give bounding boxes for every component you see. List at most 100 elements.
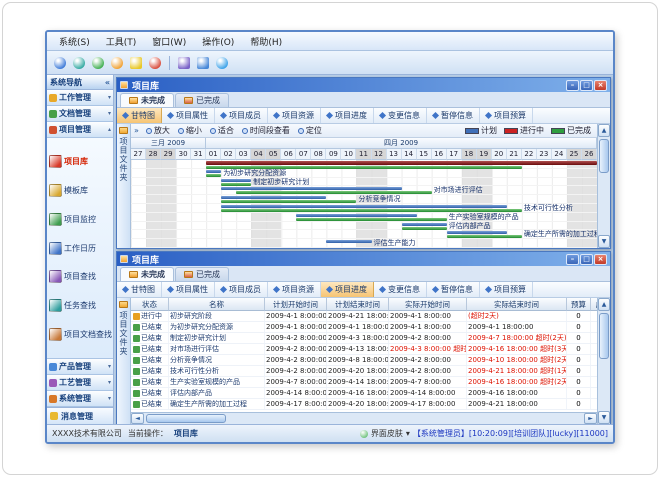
sidebar-group-project-management[interactable]: 项目管理▴	[47, 122, 113, 138]
scroll-track[interactable]	[598, 137, 610, 235]
system-icon[interactable]	[51, 54, 69, 72]
close-button[interactable]: ×	[594, 254, 607, 265]
close-button[interactable]: ×	[594, 80, 607, 91]
sidebar-item-project-search[interactable]: 项目查找	[48, 269, 112, 284]
sidebar-item-project-doc-search[interactable]: 项目文档查找	[48, 327, 112, 342]
project-folder-tab[interactable]: 项目文件夹	[117, 298, 131, 424]
sidebar-item-message-management[interactable]: 消息管理	[47, 407, 113, 424]
plan-bar[interactable]	[221, 205, 507, 208]
scroll-right-arrow[interactable]: ►	[584, 413, 597, 424]
actual-bar[interactable]	[221, 183, 251, 186]
table-vscrollbar[interactable]: ▲ ▼	[597, 298, 610, 424]
column-header-plan-end[interactable]: 计划结束时间	[327, 298, 389, 311]
sidebar-item-template-library[interactable]: 模板库	[48, 183, 112, 198]
zoom-out-button[interactable]: 缩小	[174, 125, 206, 136]
table-hscrollbar[interactable]: ◄ ►	[131, 412, 597, 424]
maximize-button[interactable]: □	[580, 254, 593, 265]
subtab-project-members[interactable]: 项目成员	[215, 282, 268, 297]
sidebar-item-work-calendar[interactable]: 工作日历	[48, 241, 112, 256]
column-header-plan-start[interactable]: 计划开始时间	[265, 298, 327, 311]
fit-button[interactable]: 适合	[206, 125, 238, 136]
scroll-down-arrow[interactable]: ▼	[598, 235, 610, 248]
subtab-project-budget[interactable]: 项目预算	[480, 108, 533, 123]
subtab-pause-info[interactable]: 暂停信息	[427, 282, 480, 297]
table-row[interactable]: 已结束确定生产所需的加工过程2009-4-17 8:00:002009-4-20…	[131, 399, 597, 410]
maximize-button[interactable]: □	[580, 80, 593, 91]
help-icon[interactable]	[213, 54, 231, 72]
subtab-project-members[interactable]: 项目成员	[215, 108, 268, 123]
subtab-project-progress[interactable]: 项目进度	[321, 282, 374, 297]
plan-bar[interactable]	[296, 214, 416, 217]
plan-bar[interactable]	[326, 240, 371, 243]
tab-finished[interactable]: 已完成	[175, 267, 229, 281]
actual-bar[interactable]	[221, 209, 522, 212]
column-header-status[interactable]: 状态	[131, 298, 169, 311]
table-row[interactable]: 已结束技术可行性分析2009-4-2 8:00:002009-4-20 18:0…	[131, 366, 597, 377]
scroll-track[interactable]	[598, 311, 610, 411]
table-row[interactable]: 已结束生产实验室规模的产品2009-4-7 8:00:002009-4-14 1…	[131, 377, 597, 388]
gantt-window-titlebar[interactable]: 项目库 – □ ×	[117, 78, 610, 92]
lock-icon[interactable]	[127, 54, 145, 72]
tile-windows-icon[interactable]	[194, 54, 212, 72]
workspace-icon[interactable]	[70, 54, 88, 72]
scroll-thumb[interactable]	[599, 313, 609, 359]
plan-bar[interactable]	[447, 231, 507, 234]
stop-icon[interactable]	[146, 54, 164, 72]
actual-bar[interactable]	[221, 200, 356, 203]
table-row[interactable]: 已结束制定初步研究计划2009-4-2 8:00:002009-4-3 18:0…	[131, 333, 597, 344]
table-row[interactable]: 已结束为初步研究分配资源2009-4-1 8:00:002009-4-1 18:…	[131, 322, 597, 333]
table-row[interactable]: 已结束评估内部产品2009-4-14 8:00:002009-4-16 18:0…	[131, 388, 597, 399]
tab-unfinished[interactable]: 未完成	[120, 93, 174, 107]
cascade-windows-icon[interactable]	[175, 54, 193, 72]
scroll-up-arrow[interactable]: ▲	[598, 124, 610, 137]
plan-bar[interactable]	[221, 179, 251, 182]
sideb​ar-collapse-button[interactable]: «	[105, 78, 110, 87]
plan-bar[interactable]	[402, 223, 447, 226]
scroll-left-arrow[interactable]: ◄	[131, 413, 144, 424]
actual-bar[interactable]	[296, 218, 446, 221]
menu-item[interactable]: 帮助(H)	[242, 33, 290, 50]
zoom-in-button[interactable]: 放大	[142, 125, 174, 136]
menu-item[interactable]: 工具(T)	[98, 33, 145, 50]
project-folder-tab[interactable]: 项目文件夹	[117, 124, 131, 248]
sidebar-item-project-monitor[interactable]: 项目监控	[48, 212, 112, 227]
table-row[interactable]: 已结束分析竞争情况2009-4-2 8:00:002009-4-8 18:00:…	[131, 355, 597, 366]
scroll-up-arrow[interactable]: ▲	[598, 298, 610, 311]
subtab-change-info[interactable]: 变更信息	[374, 282, 427, 297]
scroll-track[interactable]	[144, 413, 584, 424]
column-header-budget[interactable]: 预算	[567, 298, 591, 311]
sidebar-group-product-management[interactable]: 产品管理▾	[47, 359, 113, 375]
column-header-actual-start[interactable]: 实际开始时间	[389, 298, 467, 311]
tab-unfinished[interactable]: 未完成	[120, 267, 174, 281]
save-icon[interactable]	[89, 54, 107, 72]
summary-bar[interactable]	[206, 161, 597, 165]
minimize-button[interactable]: –	[566, 254, 579, 265]
gantt-vscrollbar[interactable]: ▲ ▼	[597, 124, 610, 248]
subtab-project-props[interactable]: 项目属性	[162, 282, 215, 297]
toolbar-overflow-icon[interactable]: »	[134, 126, 142, 135]
column-header-actual-end[interactable]: 实际结束时间	[467, 298, 567, 311]
actual-bar[interactable]	[447, 235, 522, 238]
subtab-project-resources[interactable]: 项目资源	[268, 282, 321, 297]
tab-finished[interactable]: 已完成	[175, 93, 229, 107]
locate-button[interactable]: 定位	[294, 125, 326, 136]
actual-bar[interactable]	[236, 191, 431, 194]
sidebar-group-work-management[interactable]: 工作管理▾	[47, 90, 113, 106]
refresh-icon[interactable]	[108, 54, 126, 72]
sidebar-item-project-library[interactable]: 项目库	[48, 154, 112, 169]
dropdown-arrow-icon[interactable]: ▾	[406, 429, 410, 438]
plan-bar[interactable]	[221, 196, 326, 199]
plan-bar[interactable]	[221, 187, 401, 190]
menu-item[interactable]: 操作(O)	[194, 33, 242, 50]
subtab-gantt-view[interactable]: 甘特图	[117, 282, 162, 297]
table-window-titlebar[interactable]: 项目库 – □ ×	[117, 252, 610, 266]
sidebar-group-process-management[interactable]: 工艺管理▾	[47, 375, 113, 391]
subtab-project-resources[interactable]: 项目资源	[268, 108, 321, 123]
sidebar-item-task-search[interactable]: 任务查找	[48, 298, 112, 313]
menu-item[interactable]: 窗口(W)	[144, 33, 194, 50]
subtab-project-budget[interactable]: 项目预算	[480, 282, 533, 297]
actual-bar[interactable]	[206, 174, 221, 177]
scroll-thumb[interactable]	[599, 139, 609, 173]
scroll-thumb[interactable]	[146, 414, 226, 423]
subtab-change-info[interactable]: 变更信息	[374, 108, 427, 123]
